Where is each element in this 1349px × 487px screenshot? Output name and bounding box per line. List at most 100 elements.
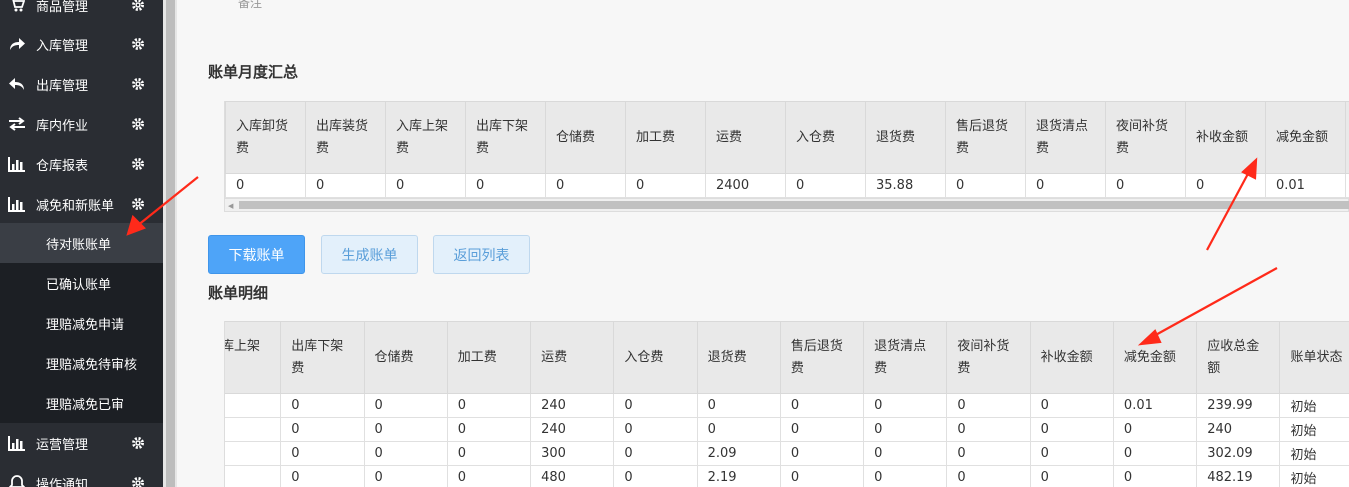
gear-icon[interactable]: [131, 436, 145, 450]
bill-detail-title: 账单明细: [208, 284, 269, 302]
table-cell: 2400: [705, 173, 786, 198]
table-cell: 0: [779, 417, 865, 442]
sidebar-subitem-label: 已确认账单: [46, 277, 112, 293]
sidebar-subitem-pending-bills[interactable]: 待对账账单: [0, 223, 163, 263]
gear-icon[interactable]: [131, 77, 145, 91]
sidebar-item-label: 仓库报表: [36, 158, 89, 174]
sidebar-item-label: 操作通知: [36, 477, 89, 487]
sidebar-subitem-claim-reviewed[interactable]: 理赔减免已审: [0, 383, 163, 423]
monthly-summary-table: 入库卸货费 出库装货费 入库上架费 出库下架费 仓储费 加工费 运费 入仓费 退货费 售后退货费退…: [224, 101, 1349, 198]
table-cell: 2.09: [696, 441, 781, 466]
table-cell: 0.01: [1265, 173, 1346, 198]
column-header: 补收金额: [1029, 321, 1114, 394]
column-header: 加工费: [625, 101, 706, 174]
cart-icon: [6, 0, 28, 13]
scroll-left-icon[interactable]: ◀: [228, 202, 233, 210]
sidebar-item-label: 入库管理: [36, 38, 89, 54]
vertical-scrollbar[interactable]: [166, 0, 175, 487]
table-cell: 0: [446, 465, 532, 487]
table-cell: 初始: [1279, 441, 1349, 466]
sidebar-item-reports[interactable]: 仓库报表: [0, 144, 163, 184]
table-cell: 0: [613, 441, 698, 466]
table-cell: 0: [280, 393, 365, 418]
column-header: 入库上架费: [385, 101, 466, 174]
download-bill-button[interactable]: 下载账单: [208, 235, 305, 274]
table-cell: 初始: [1279, 393, 1349, 418]
table-row: 0002400000000240初始未销账: [225, 417, 1349, 442]
sidebar-subitem-claim-pending[interactable]: 理赔减免待审核: [0, 343, 163, 383]
back-to-list-button[interactable]: 返回列表: [433, 235, 530, 274]
column-header: 运费: [530, 321, 615, 394]
table-cell: 0: [1029, 465, 1114, 487]
table-cell: 0: [946, 465, 1031, 487]
remark-fragment: 备注: [238, 0, 263, 10]
column-header: 退货费: [865, 101, 946, 174]
bar-chart-icon: [6, 196, 28, 212]
bar-chart-icon: [6, 435, 28, 451]
table-cell: 0: [1112, 465, 1198, 487]
bell-icon: [6, 475, 28, 487]
column-header: 入库上架费: [225, 321, 282, 394]
table-cell: 0: [1105, 173, 1186, 198]
sidebar-item-bills[interactable]: 减免和新账单: [0, 184, 163, 224]
column-header: 运费: [705, 101, 786, 174]
table-cell: 0: [280, 465, 365, 487]
table-cell: 0: [613, 393, 698, 418]
sidebar-subitem-confirmed-bills[interactable]: 已确认账单: [0, 263, 163, 303]
gear-icon[interactable]: [131, 197, 145, 211]
table-cell: 0: [625, 173, 706, 198]
table-cell: 0: [613, 417, 698, 442]
table-cell: [1345, 173, 1349, 198]
table-row: 00048002.1900000482.19初始未销账: [225, 465, 1349, 487]
gear-icon[interactable]: [131, 157, 145, 171]
sidebar-item-inbound[interactable]: 入库管理: [0, 24, 163, 64]
sidebar-subitem-label: 理赔减免已审: [46, 397, 125, 413]
table-cell: 0: [446, 417, 532, 442]
sidebar-item-label: 出库管理: [36, 78, 89, 94]
table-cell: 35.88: [865, 173, 946, 198]
table-cell: 0: [946, 441, 1031, 466]
column-header: 退货清点费: [1025, 101, 1106, 174]
table-cell: 0: [385, 173, 466, 198]
sidebar-subitem-claim-request[interactable]: 理赔减免申请: [0, 303, 163, 343]
sidebar-item-outbound[interactable]: 出库管理: [0, 64, 163, 104]
table-cell: 0: [779, 465, 865, 487]
sidebar-subitem-label: 待对账账单: [46, 237, 112, 253]
sidebar-item-operations[interactable]: 运营管理: [0, 423, 163, 463]
table-cell: 0: [1029, 417, 1114, 442]
sidebar-item-notifications[interactable]: 操作通知: [0, 463, 163, 487]
table-cell: 0: [785, 173, 866, 198]
sidebar-subitem-label: 理赔减免待审核: [46, 357, 138, 373]
table-cell: 0: [545, 173, 626, 198]
gear-icon[interactable]: [131, 117, 145, 131]
table-cell: 0: [225, 173, 306, 198]
sidebar-item-warehouse-ops[interactable]: 库内作业: [0, 104, 163, 144]
table-cell: 0: [863, 417, 948, 442]
gear-icon[interactable]: [131, 476, 145, 487]
table-row: 0 0 0 0 0 0 2400 0 35.88 0 0 0 0 0.01: [225, 173, 1349, 198]
table-cell: [225, 393, 282, 418]
gear-icon[interactable]: [131, 37, 145, 51]
table-cell: 482.19: [1196, 465, 1281, 487]
table-cell: 0: [1185, 173, 1266, 198]
column-header: 入库卸货费: [225, 101, 306, 174]
table-cell: 初始: [1279, 465, 1349, 487]
column-header: 加工费: [446, 321, 532, 394]
table-cell: 0: [863, 393, 948, 418]
table-cell: 0: [779, 441, 865, 466]
horizontal-scrollbar[interactable]: ◀: [224, 198, 1349, 212]
gear-icon[interactable]: [131, 0, 145, 12]
table-row: 00030002.0900000302.09初始未销账: [225, 441, 1349, 466]
scrollbar-thumb[interactable]: [239, 201, 1349, 209]
sidebar-item-goods[interactable]: 商品管理: [0, 0, 163, 25]
monthly-summary-title: 账单月度汇总: [208, 63, 299, 81]
table-cell: 0: [863, 441, 948, 466]
sidebar: 商品管理 入库管理 出库管理 库内作业 仓库报表 减免和新账单 待对账账单 已确…: [0, 0, 163, 487]
table-cell: 0: [946, 417, 1031, 442]
generate-bill-button[interactable]: 生成账单: [321, 235, 418, 274]
table-cell: 0: [363, 393, 448, 418]
table-cell: 0: [1029, 393, 1114, 418]
column-header: 仓储费: [545, 101, 626, 174]
table-cell: 302.09: [1196, 441, 1281, 466]
column-header: 补收金额: [1185, 101, 1266, 174]
